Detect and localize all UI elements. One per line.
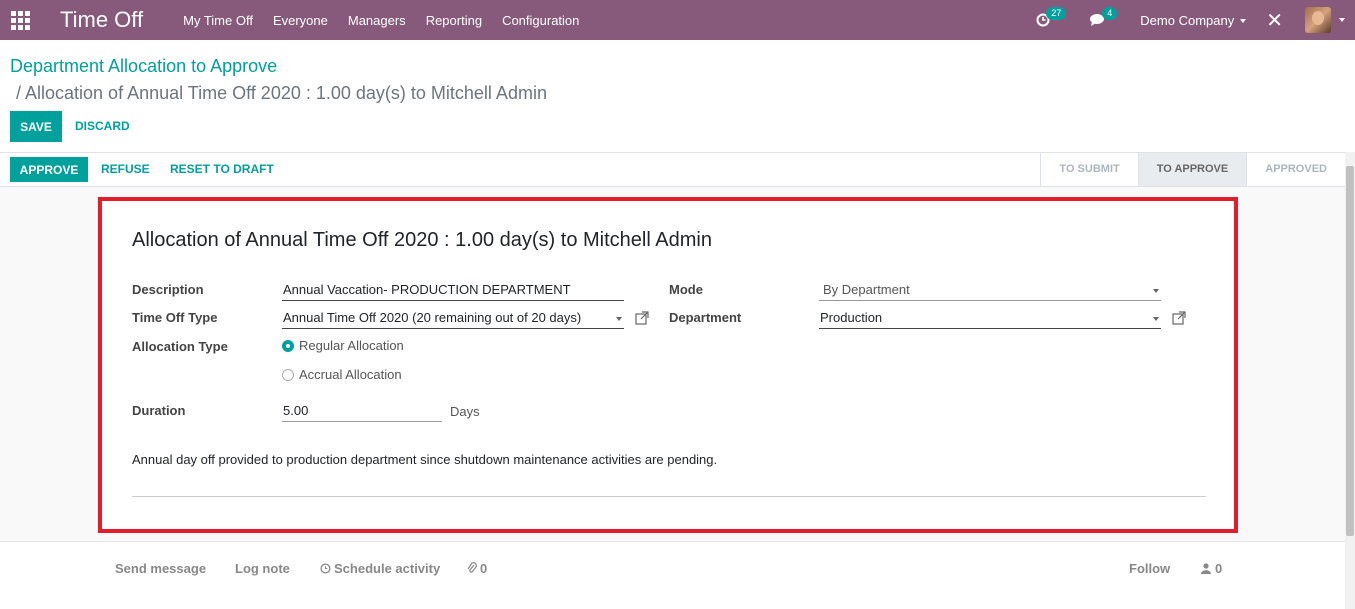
duration-label: Duration [132, 403, 186, 418]
approve-button[interactable]: APPROVE [10, 157, 88, 182]
timeoff-type-select[interactable]: Annual Time Off 2020 (20 remaining out o… [282, 309, 624, 329]
reset-to-draft-button[interactable]: RESET TO DRAFT [170, 162, 274, 176]
form-divider [132, 496, 1206, 497]
send-message-button[interactable]: Send message [115, 561, 206, 576]
menu-managers[interactable]: Managers [338, 13, 416, 28]
follow-button[interactable]: Follow [1129, 561, 1170, 576]
paperclip-icon [467, 562, 477, 573]
department-select[interactable]: Production [819, 309, 1161, 329]
description-label: Description [132, 282, 204, 297]
stage-to-submit[interactable]: TO SUBMIT [1040, 153, 1137, 186]
stage-approved[interactable]: APPROVED [1246, 153, 1345, 186]
dropdown-caret-icon [1153, 317, 1159, 321]
allocation-type-label: Allocation Type [132, 339, 228, 354]
discard-button[interactable]: DISCARD [75, 119, 130, 133]
duration-input[interactable]: 5.00 [282, 402, 442, 422]
caret-down-icon [1240, 19, 1247, 24]
main-menu: My Time Off Everyone Managers Reporting … [173, 13, 589, 28]
form-sheet: Allocation of Annual Time Off 2020 : 1.0… [98, 197, 1238, 533]
menu-my-time-off[interactable]: My Time Off [173, 13, 263, 28]
log-note-button[interactable]: Log note [235, 561, 290, 576]
external-link-icon[interactable] [635, 311, 649, 325]
activity-count-badge: 27 [1046, 7, 1067, 20]
dropdown-caret-icon [1153, 289, 1159, 293]
department-label: Department [669, 310, 742, 325]
menu-everyone[interactable]: Everyone [263, 13, 338, 28]
attachments-button[interactable]: 0 [467, 561, 487, 576]
notes-text[interactable]: Annual day off provided to production de… [132, 452, 717, 467]
radio-regular-allocation[interactable]: Regular Allocation [282, 338, 404, 353]
radio-checked-icon [282, 339, 294, 352]
status-bar: APPROVE REFUSE RESET TO DRAFT TO SUBMIT … [0, 152, 1345, 187]
user-avatar[interactable] [1305, 7, 1331, 33]
user-menu-caret-icon[interactable] [1339, 18, 1345, 22]
breadcrumb-parent[interactable]: Department Allocation to Approve [10, 56, 277, 77]
duration-unit: Days [450, 404, 480, 419]
save-button[interactable]: SAVE [10, 111, 62, 142]
scrollbar-thumb[interactable] [1346, 166, 1354, 536]
messages-button[interactable]: 4 [1090, 7, 1118, 27]
clock-icon [320, 563, 331, 574]
menu-configuration[interactable]: Configuration [492, 13, 589, 28]
radio-accrual-allocation[interactable]: Accrual Allocation [282, 367, 402, 382]
navbar-right: 27 4 Demo Company ✕ [1036, 0, 1355, 40]
company-switcher[interactable]: Demo Company [1140, 13, 1247, 28]
followers-button[interactable]: 0 [1201, 561, 1222, 576]
app-title[interactable]: Time Off [60, 7, 143, 33]
close-icon[interactable]: ✕ [1266, 8, 1283, 33]
schedule-activity-button[interactable]: Schedule activity [320, 561, 440, 576]
description-input[interactable]: Annual Vaccation- PRODUCTION DEPARTMENT [282, 281, 624, 301]
menu-reporting[interactable]: Reporting [416, 13, 492, 28]
vertical-scrollbar[interactable] [1345, 152, 1355, 609]
timeoff-type-label: Time Off Type [132, 310, 218, 325]
refuse-button[interactable]: REFUSE [101, 162, 150, 176]
top-navbar: Time Off My Time Off Everyone Managers R… [0, 0, 1355, 40]
breadcrumb-current: / Allocation of Annual Time Off 2020 : 1… [16, 83, 547, 103]
mode-label: Mode [669, 282, 703, 297]
stage-to-approve[interactable]: TO APPROVE [1137, 153, 1247, 186]
external-link-icon[interactable] [1172, 311, 1186, 325]
stage-pipeline: TO SUBMIT TO APPROVE APPROVED [1040, 153, 1345, 186]
form-title: Allocation of Annual Time Off 2020 : 1.0… [132, 229, 712, 251]
activity-button[interactable]: 27 [1036, 7, 1067, 27]
message-count-badge: 4 [1102, 7, 1118, 20]
mode-select[interactable]: By Department [819, 281, 1161, 301]
apps-menu-icon[interactable] [0, 0, 40, 40]
chatter-bar: Send message Log note Schedule activity … [0, 541, 1345, 609]
user-icon [1201, 563, 1211, 574]
dropdown-caret-icon [616, 317, 622, 321]
radio-unchecked-icon [282, 368, 294, 381]
